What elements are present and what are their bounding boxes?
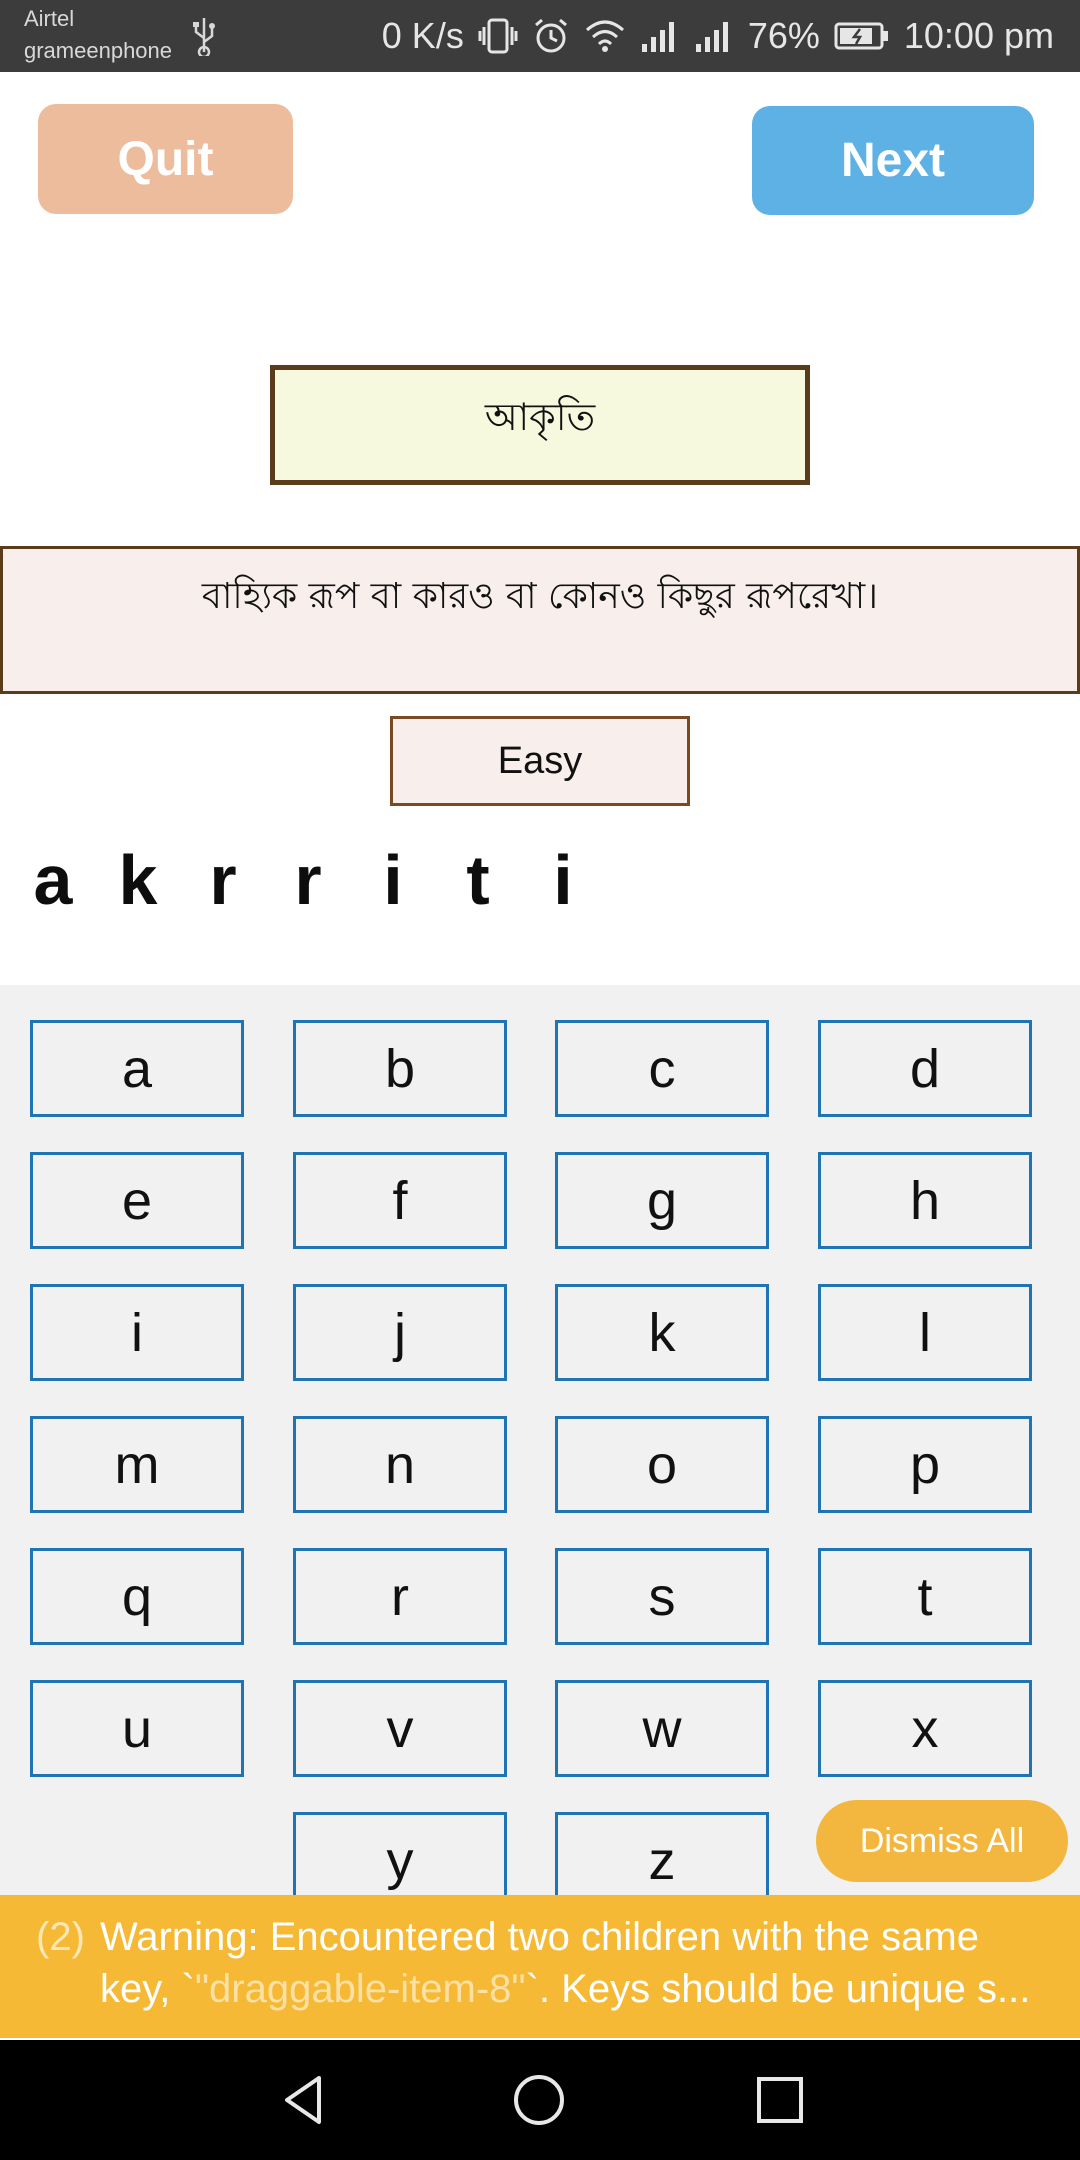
key-n[interactable]: n <box>293 1416 507 1513</box>
key-k[interactable]: k <box>555 1284 769 1381</box>
key-w[interactable]: w <box>555 1680 769 1777</box>
warning-text: `. Keys should be unique s... <box>525 1967 1031 2011</box>
key-g[interactable]: g <box>555 1152 769 1249</box>
quit-button[interactable]: Quit <box>38 104 293 214</box>
signal-icon <box>695 22 728 52</box>
key-t[interactable]: t <box>818 1548 1032 1645</box>
carrier-name-2: grameenphone <box>24 38 173 63</box>
answer-letter[interactable]: k <box>113 840 163 920</box>
key-u[interactable]: u <box>30 1680 244 1777</box>
warning-message-line2: key, `"draggable-item-8"`. Keys should b… <box>100 1967 1030 2012</box>
difficulty-badge: Easy <box>390 716 690 806</box>
battery-percent: 76% <box>747 15 820 56</box>
key-f[interactable]: f <box>293 1152 507 1249</box>
warning-message-line1: Warning: Encountered two children with t… <box>100 1915 979 1959</box>
key-r[interactable]: r <box>293 1548 507 1645</box>
letter-keyboard: a b c d e f g h i j k l m n o p q r s t … <box>0 985 1080 1909</box>
key-x[interactable]: x <box>818 1680 1032 1777</box>
key-i[interactable]: i <box>30 1284 244 1381</box>
warning-key: "draggable-item-8" <box>194 1967 526 2011</box>
alarm-icon <box>534 18 567 53</box>
answer-letter[interactable]: r <box>283 840 333 920</box>
key-e[interactable]: e <box>30 1152 244 1249</box>
key-a[interactable]: a <box>30 1020 244 1117</box>
key-j[interactable]: j <box>293 1284 507 1381</box>
answer-letter[interactable]: i <box>368 840 418 920</box>
signal-icon <box>641 22 674 52</box>
home-icon[interactable] <box>511 2072 567 2128</box>
key-v[interactable]: v <box>293 1680 507 1777</box>
warning-text: key, ` <box>100 1967 195 2011</box>
answer-letter[interactable]: t <box>453 840 503 920</box>
key-h[interactable]: h <box>818 1152 1032 1249</box>
navigation-bar <box>0 2040 1080 2160</box>
battery-icon <box>834 22 888 50</box>
back-icon[interactable] <box>275 2072 331 2128</box>
recents-icon[interactable] <box>752 2072 808 2128</box>
meaning-box: বাহ্যিক রূপ বা কারও বা কোনও কিছুর রূপরেখ… <box>0 546 1080 694</box>
key-m[interactable]: m <box>30 1416 244 1513</box>
usb-icon <box>193 18 215 56</box>
key-l[interactable]: l <box>818 1284 1032 1381</box>
key-d[interactable]: d <box>818 1020 1032 1117</box>
warning-banner[interactable]: (2) Warning: Encountered two children wi… <box>0 1895 1080 2038</box>
vibrate-icon <box>478 18 518 54</box>
carrier-name-1: Airtel <box>24 6 75 31</box>
key-b[interactable]: b <box>293 1020 507 1117</box>
key-p[interactable]: p <box>818 1416 1032 1513</box>
status-icons: 0 K/s 76% 10:00 pm <box>382 10 1054 62</box>
warning-count: (2) <box>36 1915 85 1959</box>
answer-letter[interactable]: r <box>198 840 248 920</box>
key-o[interactable]: o <box>555 1416 769 1513</box>
key-c[interactable]: c <box>555 1020 769 1117</box>
word-box: আকৃতি <box>270 365 810 485</box>
answer-letter[interactable]: i <box>538 840 588 920</box>
clock: 10:00 pm <box>903 15 1054 56</box>
status-bar: Airtel grameenphone 0 K/s 76% 10:00 pm <box>0 0 1080 72</box>
answer-letter[interactable]: a <box>28 840 78 920</box>
key-s[interactable]: s <box>555 1548 769 1645</box>
dismiss-all-button[interactable]: Dismiss All <box>816 1800 1068 1882</box>
network-speed: 0 K/s <box>381 15 464 56</box>
next-button[interactable]: Next <box>752 106 1034 215</box>
wifi-icon <box>585 20 624 52</box>
key-q[interactable]: q <box>30 1548 244 1645</box>
